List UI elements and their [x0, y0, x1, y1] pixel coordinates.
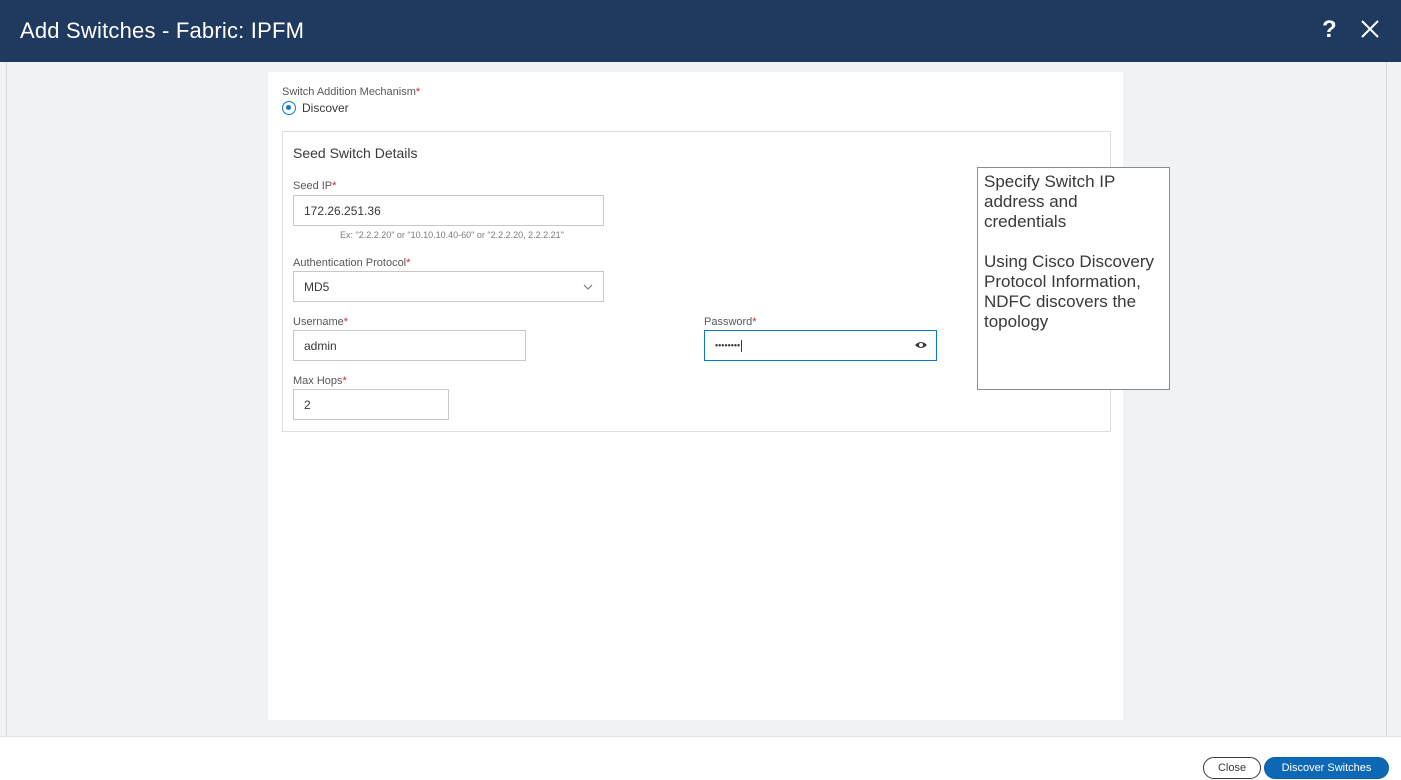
callout-text-1: Specify Switch IP address and credential…: [984, 172, 1116, 231]
close-button[interactable]: Close: [1203, 757, 1261, 779]
max-hops-label: Max Hops*: [293, 375, 347, 387]
max-hops-value: 2: [304, 397, 311, 412]
username-value: admin: [304, 338, 337, 353]
eye-icon[interactable]: [914, 340, 928, 350]
discover-option-label: Discover: [302, 101, 349, 115]
close-icon[interactable]: [1356, 15, 1384, 43]
seed-ip-input[interactable]: 172.26.251.36: [293, 195, 604, 226]
callout-text-2: Using Cisco Discovery Protocol Informati…: [984, 252, 1155, 331]
auth-protocol-select[interactable]: MD5: [293, 271, 604, 302]
username-input[interactable]: admin: [293, 330, 526, 361]
auth-protocol-label: Authentication Protocol*: [293, 257, 411, 269]
seed-ip-value: 172.26.251.36: [304, 203, 381, 218]
radio-selected-icon[interactable]: [282, 101, 296, 115]
max-hops-input[interactable]: 2: [293, 389, 449, 420]
password-input[interactable]: ••••••••: [704, 330, 937, 361]
help-icon[interactable]: ?: [1322, 16, 1337, 44]
password-value: ••••••••: [715, 339, 743, 352]
mechanism-label: Switch Addition Mechanism*: [282, 86, 421, 98]
discover-switches-button[interactable]: Discover Switches: [1264, 757, 1389, 779]
annotation-callout: Specify Switch IP address and credential…: [977, 167, 1170, 390]
chevron-down-icon: [583, 284, 593, 290]
password-label: Password*: [704, 316, 757, 328]
username-label: Username*: [293, 316, 349, 328]
auth-protocol-value: MD5: [304, 279, 330, 294]
seed-ip-label: Seed IP*: [293, 180, 337, 192]
seed-ip-hint: Ex: "2.2.2.20" or "10.10.10.40-60" or "2…: [340, 230, 564, 240]
dialog-title: Add Switches - Fabric: IPFM: [20, 18, 305, 43]
dialog-footer: [0, 736, 1401, 780]
section-title: Seed Switch Details: [293, 145, 418, 161]
